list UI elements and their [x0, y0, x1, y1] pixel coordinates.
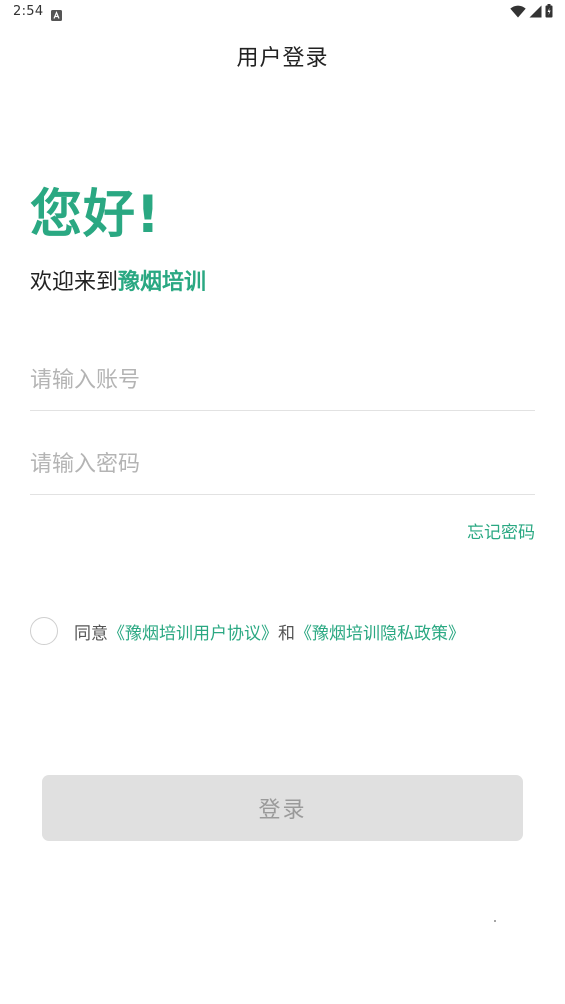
agreement-conjunction: 和	[278, 623, 295, 644]
status-bar: 2:54	[0, 0, 565, 24]
user-agreement-link[interactable]: 《豫烟培训用户协议》	[108, 619, 278, 644]
page-title: 用户登录	[236, 46, 329, 71]
notification-a-icon	[51, 6, 62, 21]
greeting-heading: 您好!	[30, 185, 161, 245]
privacy-policy-link[interactable]: 《豫烟培训隐私政策》	[295, 619, 465, 644]
login-button[interactable]: 登录	[42, 775, 523, 841]
status-time: 2:54	[13, 4, 44, 19]
welcome-line: 欢迎来到豫烟培训	[30, 264, 206, 296]
agreement-checkbox[interactable]	[30, 617, 58, 645]
forgot-password-link[interactable]: 忘记密码	[467, 518, 535, 543]
account-field-container	[30, 350, 535, 411]
decorative-dot	[494, 920, 496, 922]
password-field-container	[30, 434, 535, 495]
welcome-prefix: 欢迎来到	[30, 270, 119, 295]
wifi-icon	[510, 3, 526, 22]
agreement-row: 同意 《豫烟培训用户协议》 和 《豫烟培训隐私政策》	[30, 615, 465, 647]
brand-name: 豫烟培训	[118, 270, 207, 295]
signal-icon	[529, 3, 542, 22]
account-input[interactable]	[30, 350, 535, 410]
battery-icon	[545, 3, 553, 22]
password-input[interactable]	[30, 434, 535, 494]
agreement-prefix: 同意	[74, 623, 108, 644]
status-icons	[510, 3, 553, 22]
